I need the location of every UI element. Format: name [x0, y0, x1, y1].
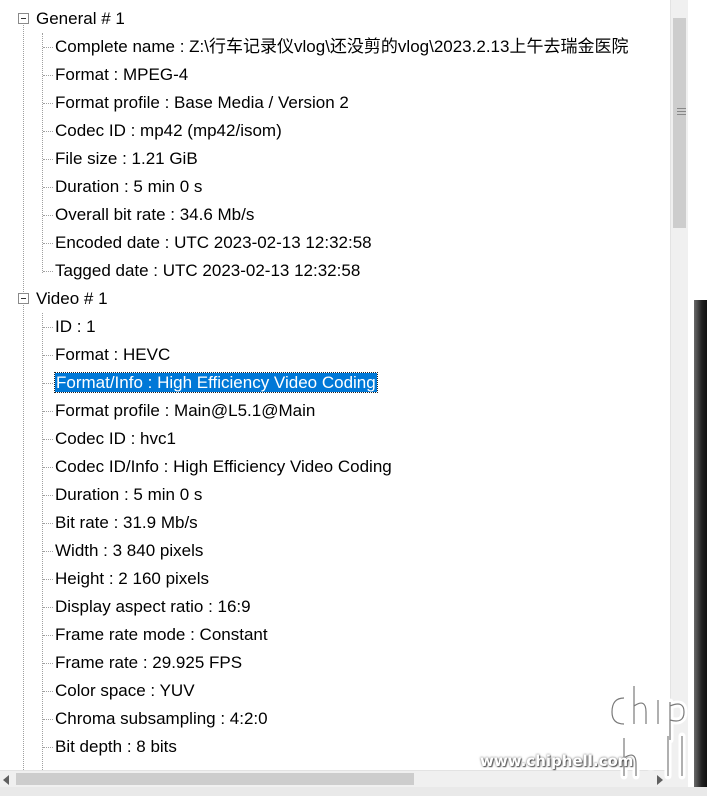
tree-item-duration[interactable]: Duration : 5 min 0 s	[55, 173, 202, 201]
tree-item-frame-rate-mode[interactable]: Frame rate mode : Constant	[55, 621, 268, 649]
tree-item-codec-id-info[interactable]: Codec ID/Info : High Efficiency Video Co…	[55, 453, 392, 481]
tree-item-bit-rate[interactable]: Bit rate : 31.9 Mb/s	[55, 509, 198, 537]
tree-item-bit-depth[interactable]: Bit depth : 8 bits	[55, 733, 177, 761]
tree-item-file-size[interactable]: File size : 1.21 GiB	[55, 145, 198, 173]
horizontal-scrollbar-thumb[interactable]	[16, 773, 414, 785]
tree-item-chroma-subsampling[interactable]: Chroma subsampling : 4:2:0	[55, 705, 268, 733]
tree-item-video-format-profile[interactable]: Format profile : Main@L5.1@Main	[55, 397, 315, 425]
media-info-tree[interactable]: General # 1 Complete name : Z:\行车记录仪vlog…	[0, 0, 670, 770]
group-video-label[interactable]: Video # 1	[36, 285, 108, 313]
window-bottom-border	[0, 787, 707, 796]
tree-item-format[interactable]: Format : MPEG-4	[55, 61, 188, 89]
tree-item-overall-bit-rate[interactable]: Overall bit rate : 34.6 Mb/s	[55, 201, 254, 229]
tree-item-frame-rate[interactable]: Frame rate : 29.925 FPS	[55, 649, 242, 677]
watermark-url: www.chiphell.com	[480, 752, 634, 770]
vertical-scrollbar-thumb[interactable]	[673, 18, 686, 228]
tree-item-height[interactable]: Height : 2 160 pixels	[55, 565, 209, 593]
tree-item-width[interactable]: Width : 3 840 pixels	[55, 537, 203, 565]
tree-item-encoded-date[interactable]: Encoded date : UTC 2023-02-13 12:32:58	[55, 229, 372, 257]
collapse-video-toggle[interactable]	[18, 293, 29, 304]
tree-item-codec-id[interactable]: Codec ID : mp42 (mp42/isom)	[55, 117, 282, 145]
vertical-scrollbar[interactable]	[670, 0, 689, 770]
tree-item-complete-name[interactable]: Complete name : Z:\行车记录仪vlog\还没剪的vlog\20…	[55, 33, 628, 61]
tree-item-video-duration[interactable]: Duration : 5 min 0 s	[55, 481, 202, 509]
group-general-label[interactable]: General # 1	[36, 5, 125, 33]
tree-item-format-profile[interactable]: Format profile : Base Media / Version 2	[55, 89, 349, 117]
scroll-left-arrow-icon[interactable]	[3, 775, 9, 785]
tree-item-format-info-selected[interactable]: Format/Info : High Efficiency Video Codi…	[54, 369, 378, 397]
tree-item-display-aspect-ratio[interactable]: Display aspect ratio : 16:9	[55, 593, 251, 621]
tree-item-color-space[interactable]: Color space : YUV	[55, 677, 195, 705]
tree-item-video-format[interactable]: Format : HEVC	[55, 341, 170, 369]
horizontal-scrollbar[interactable]	[0, 770, 670, 788]
collapse-general-toggle[interactable]	[18, 13, 29, 24]
tree-item-id[interactable]: ID : 1	[55, 313, 96, 341]
tree-item-tagged-date[interactable]: Tagged date : UTC 2023-02-13 12:32:58	[55, 257, 360, 285]
tree-item-video-codec-id[interactable]: Codec ID : hvc1	[55, 425, 176, 453]
